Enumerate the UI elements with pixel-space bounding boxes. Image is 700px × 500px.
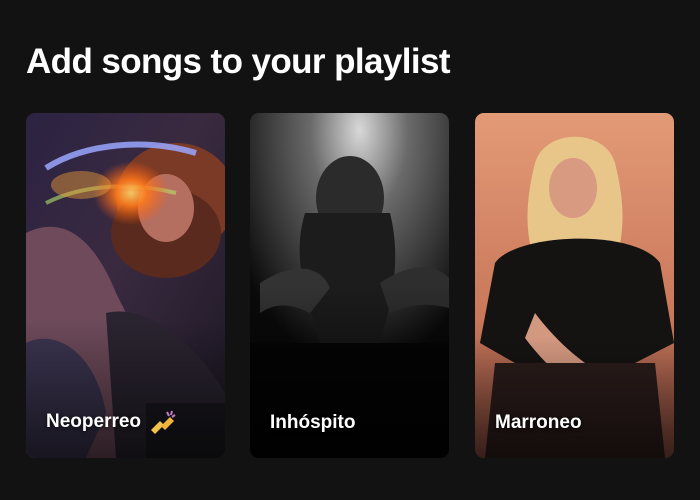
page-heading: Add songs to your playlist: [26, 42, 450, 81]
card-label: Inhóspito: [270, 412, 355, 434]
dancing-hands-icon: [151, 410, 176, 434]
card-label: Neoperreo: [46, 410, 177, 434]
card-title: Inhóspito: [270, 412, 356, 433]
playlist-card-inhospito[interactable]: Inhóspito: [250, 113, 449, 458]
card-cover-image: [475, 113, 674, 458]
card-cover-image: [250, 113, 449, 458]
card-title: Neoperreo: [46, 411, 142, 432]
card-label: Marroneo: [495, 412, 582, 434]
playlist-cards: Neoperreo Inhóspito Marroneo: [26, 113, 676, 458]
playlist-card-marroneo[interactable]: Marroneo: [475, 113, 674, 458]
card-title: Marroneo: [495, 412, 582, 433]
playlist-card-neoperreo[interactable]: Neoperreo: [26, 113, 225, 458]
card-cover-image: [26, 113, 225, 458]
